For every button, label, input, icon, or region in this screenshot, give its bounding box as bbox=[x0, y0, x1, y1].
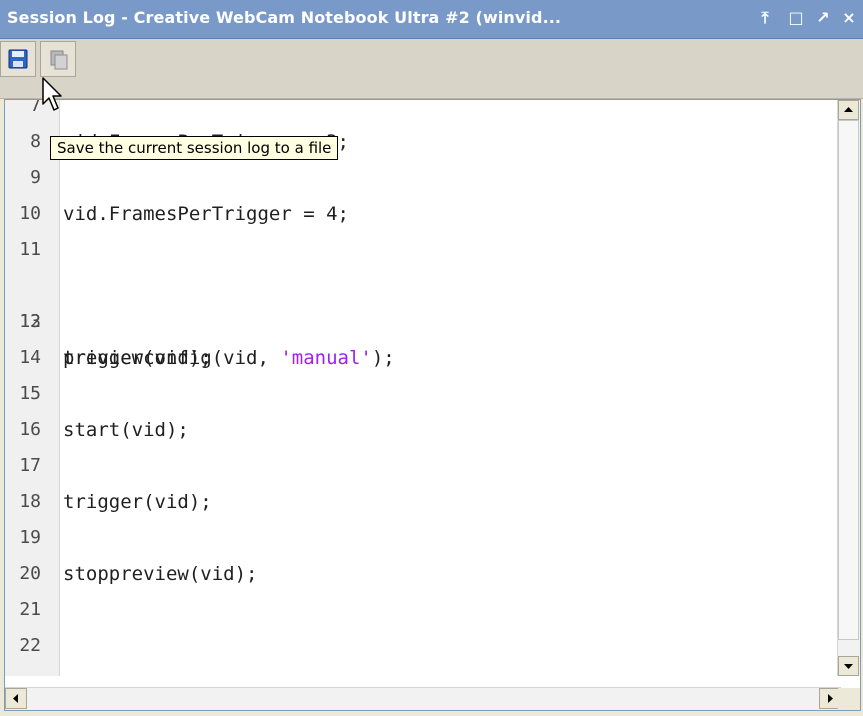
copy-button[interactable] bbox=[40, 41, 76, 77]
triangle-down-icon bbox=[844, 664, 853, 669]
code-line[interactable]: 22 bbox=[5, 628, 825, 664]
line-number: 22 bbox=[19, 635, 41, 656]
line-code: start(vid); bbox=[63, 419, 189, 441]
session-log-editor[interactable]: 7 8vid.FramesPerTrigger = 3; 9 10vid.Fra… bbox=[4, 99, 861, 711]
code-line[interactable]: 16 start(vid); bbox=[5, 412, 825, 448]
scroll-up-button[interactable] bbox=[838, 100, 859, 120]
code-line[interactable]: 11 bbox=[5, 232, 825, 268]
mouse-pointer-icon bbox=[42, 77, 66, 117]
code-line[interactable]: 19 bbox=[5, 520, 825, 556]
line-number: 16 bbox=[19, 419, 41, 440]
copy-icon bbox=[50, 50, 68, 70]
scroll-down-button[interactable] bbox=[838, 656, 859, 676]
undock-icon[interactable]: ↗ bbox=[812, 7, 834, 29]
vertical-scroll-thumb[interactable] bbox=[838, 120, 859, 640]
maximize-icon[interactable]: □ bbox=[785, 7, 807, 29]
code-line[interactable]: 9 bbox=[5, 160, 825, 196]
scroll-left-button[interactable] bbox=[5, 688, 27, 709]
line-number: 15 bbox=[19, 383, 41, 404]
save-button[interactable] bbox=[0, 41, 36, 77]
triangle-left-icon bbox=[13, 694, 18, 703]
line-code: stoppreview(vid); bbox=[63, 563, 258, 585]
line-number: 14 bbox=[19, 347, 41, 368]
code-line[interactable]: 20 stoppreview(vid); bbox=[5, 556, 825, 592]
scrollbar-corner bbox=[838, 688, 860, 710]
vertical-scrollbar[interactable] bbox=[837, 100, 860, 676]
horizontal-scrollbar[interactable] bbox=[5, 687, 841, 710]
line-number: 9 bbox=[30, 167, 41, 188]
line-number: 21 bbox=[19, 599, 41, 620]
floppy-icon bbox=[8, 49, 28, 69]
code-line[interactable]: 12 triggerconfig(vid, 'manual'); bbox=[5, 268, 825, 369]
toolbar bbox=[0, 39, 863, 99]
pin-icon[interactable]: ⤒ bbox=[754, 7, 776, 29]
line-number: 10 bbox=[19, 203, 41, 224]
line-number: 20 bbox=[19, 563, 41, 584]
line-code: trigger(vid); bbox=[63, 491, 212, 513]
line-number: 7 bbox=[30, 99, 41, 116]
line-number: 8 bbox=[30, 131, 41, 152]
line-number: 19 bbox=[19, 527, 41, 548]
window-title: Session Log - Creative WebCam Notebook U… bbox=[7, 8, 562, 27]
code-line[interactable]: 7 bbox=[5, 99, 825, 124]
code-line[interactable]: 14 preview(vid); bbox=[5, 340, 825, 376]
code-line[interactable]: 17 bbox=[5, 448, 825, 484]
code-line[interactable]: 10 vid.FramesPerTrigger = 4; bbox=[5, 196, 825, 232]
line-code: preview(vid); bbox=[63, 347, 212, 369]
close-icon[interactable]: × bbox=[838, 7, 860, 29]
line-code: vid.FramesPerTrigger = 4; bbox=[63, 203, 349, 225]
code-line[interactable]: 15 bbox=[5, 376, 825, 412]
title-bar: Session Log - Creative WebCam Notebook U… bbox=[0, 0, 863, 39]
triangle-right-icon bbox=[828, 694, 833, 703]
code-line[interactable]: 21 bbox=[5, 592, 825, 628]
code-line[interactable]: 13 bbox=[5, 304, 825, 340]
code-line[interactable]: 18 trigger(vid); bbox=[5, 484, 825, 520]
line-number: 13 bbox=[19, 311, 41, 332]
save-tooltip: Save the current session log to a file bbox=[50, 136, 339, 160]
triangle-up-icon bbox=[844, 107, 853, 112]
line-number: 11 bbox=[19, 239, 41, 260]
line-number: 18 bbox=[19, 491, 41, 512]
line-number: 17 bbox=[19, 455, 41, 476]
